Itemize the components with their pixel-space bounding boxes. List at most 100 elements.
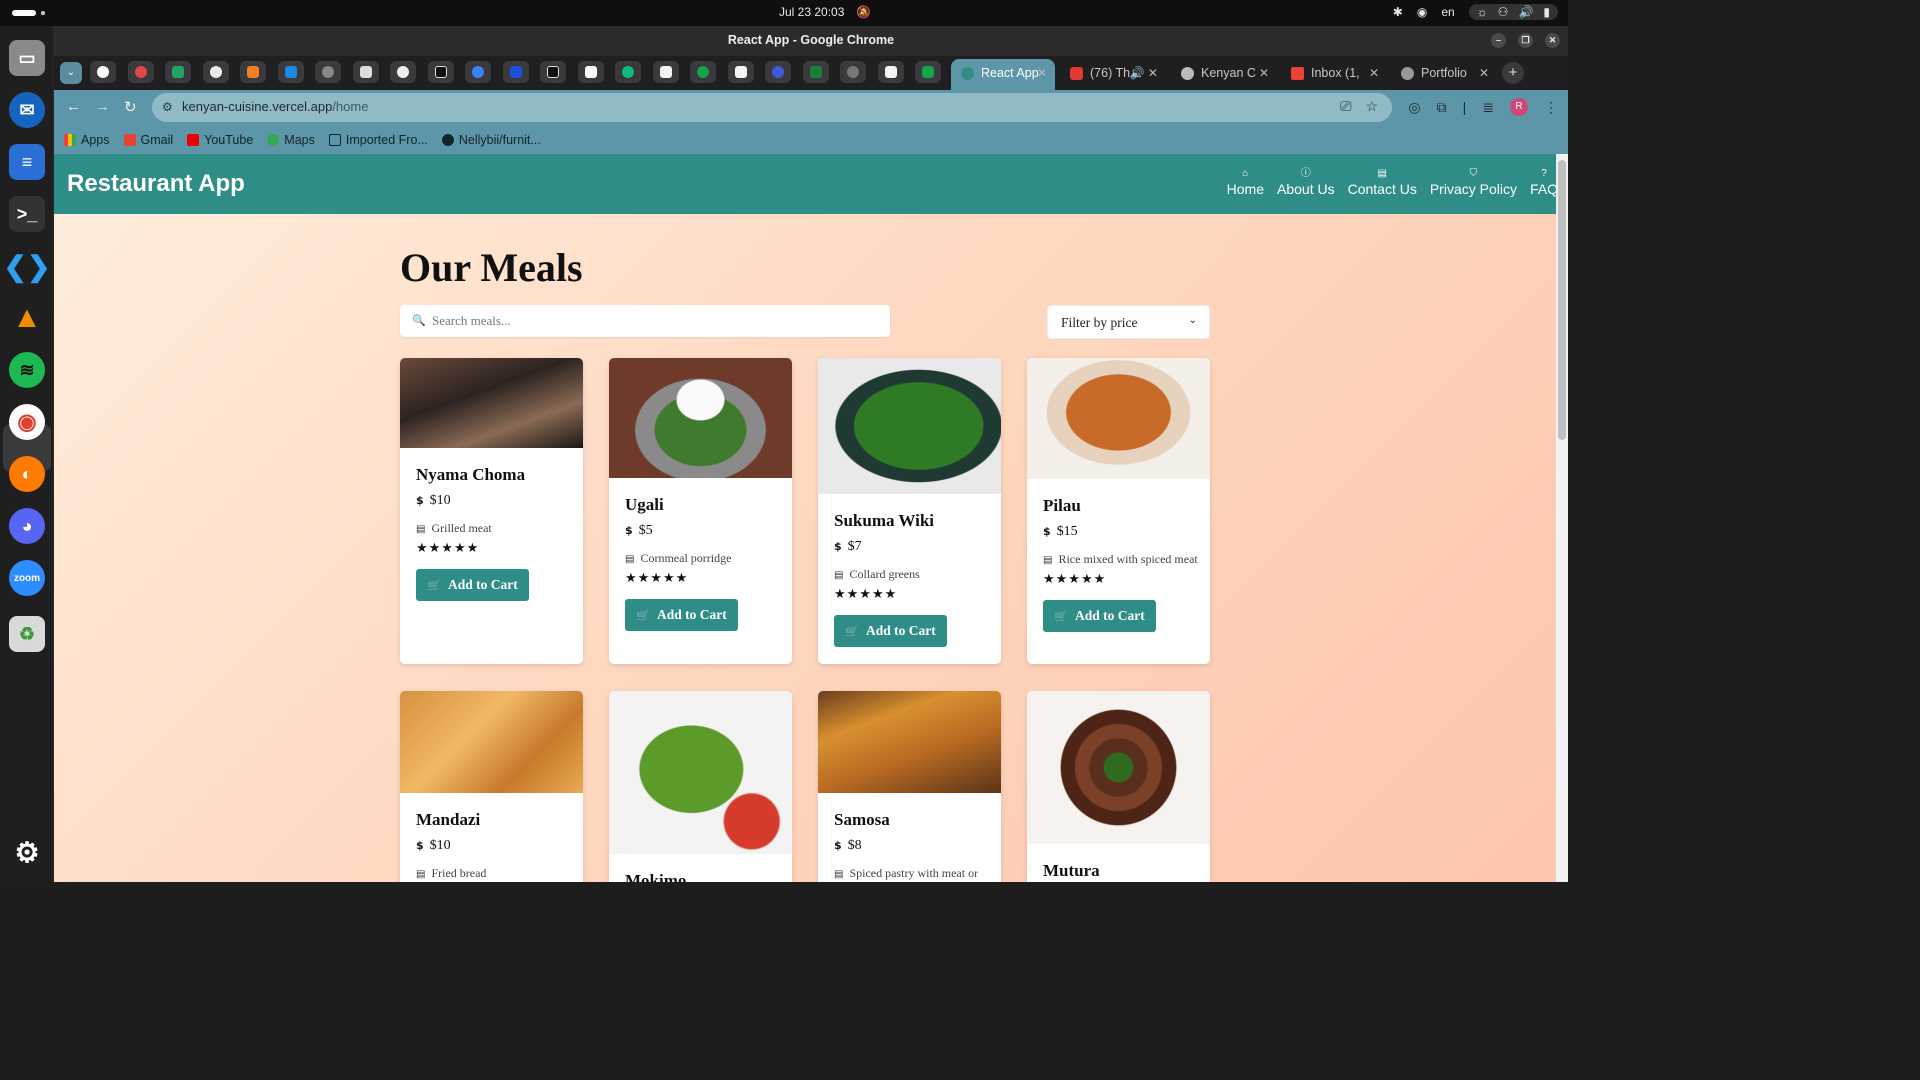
site-info-icon[interactable]: ⚙ [162, 100, 173, 114]
page-scrollbar[interactable] [1556, 154, 1568, 882]
pinned-tab[interactable] [915, 61, 941, 83]
profile-avatar[interactable]: R [1510, 98, 1528, 116]
tab-kenyan[interactable]: Kenyan C ✕ [1171, 59, 1277, 90]
spotify-icon[interactable]: ≋ [9, 352, 45, 388]
chrome-icon[interactable]: ◉ [9, 404, 45, 440]
pinned-tab[interactable] [840, 61, 866, 83]
close-window-icon[interactable]: ✕ [1545, 33, 1560, 48]
new-tab-button[interactable]: + [1502, 62, 1524, 84]
show-apps-icon[interactable]: ⚙ [9, 834, 45, 870]
reload-icon[interactable]: ↻ [124, 98, 137, 116]
pinned-tab[interactable] [203, 61, 229, 83]
pinned-tab[interactable] [653, 61, 679, 83]
tab-portfolio[interactable]: Portfolio ✕ [1391, 59, 1497, 90]
bookmark-star-icon[interactable]: ☆ [1365, 98, 1378, 115]
bookmark-github[interactable]: Nellybii/furnit... [441, 133, 541, 147]
close-tab-icon[interactable]: 🔊 ✕ [1130, 59, 1158, 87]
tab-label: Inbox (1, [1311, 66, 1360, 80]
bookmark-label: Imported Fro... [345, 133, 428, 147]
bookmark-maps[interactable]: Maps [267, 133, 315, 147]
price-filter-select[interactable]: Filter by price ⌄ [1047, 305, 1210, 339]
address-bar[interactable]: ⚙ kenyan-cuisine.vercel.app/home ⎚ ☆ [152, 93, 1392, 122]
add-to-cart-button[interactable]: 🛒 Add to Cart [1043, 600, 1156, 632]
menu-kebab-icon[interactable]: ⋮ [1544, 99, 1558, 116]
close-tab-icon[interactable]: ✕ [1259, 59, 1269, 87]
pinned-tab[interactable] [315, 61, 341, 83]
bookmark-apps[interactable]: Apps [64, 133, 110, 147]
pinned-tab[interactable] [465, 61, 491, 83]
maximize-icon[interactable]: ❐ [1518, 33, 1533, 48]
pinned-tab[interactable] [540, 61, 566, 83]
close-tab-icon[interactable]: ✕ [1037, 59, 1047, 87]
thunderbird-icon[interactable]: ✉ [9, 92, 45, 128]
extensions-icon[interactable]: ⧉ [1437, 99, 1447, 116]
forward-icon[interactable]: → [95, 98, 110, 115]
pinned-tab[interactable] [240, 61, 266, 83]
pinned-tab[interactable] [428, 61, 454, 83]
nav-home[interactable]: ⌂ Home [1227, 168, 1264, 197]
pinned-tab[interactable] [353, 61, 379, 83]
vscode-icon[interactable]: ❮❯ [4, 248, 51, 284]
tab-youtube[interactable]: (76) Th 🔊 ✕ [1060, 59, 1166, 90]
nav-label: About Us [1277, 181, 1335, 197]
files-icon[interactable]: ▭ [9, 40, 45, 76]
add-to-cart-button[interactable]: 🛒 Add to Cart [834, 615, 947, 647]
pinned-tab[interactable] [90, 61, 116, 83]
button-label: Add to Cart [1074, 608, 1145, 623]
minimize-icon[interactable]: – [1491, 33, 1506, 48]
pinned-tab[interactable] [728, 61, 754, 83]
search-input[interactable] [432, 311, 872, 331]
url-text[interactable]: kenyan-cuisine.vercel.app/home [182, 99, 368, 114]
tab-search-icon[interactable]: ⌄ [60, 62, 82, 84]
search-box[interactable]: 🔍 [400, 305, 890, 337]
pinned-tab[interactable] [390, 61, 416, 83]
tab-inbox[interactable]: Inbox (1, ✕ [1281, 59, 1387, 90]
bookmark-youtube[interactable]: YouTube [187, 133, 253, 147]
pinned-tab[interactable] [165, 61, 191, 83]
volume-icon: 🔊 [1518, 5, 1534, 19]
desc-text: Spiced pastry with meat or [849, 866, 979, 880]
quick-settings[interactable]: ☼ ⚇ 🔊 ▮ [1468, 4, 1558, 20]
pinned-tab[interactable] [578, 61, 604, 83]
back-icon[interactable]: ← [66, 98, 81, 115]
nav-privacy[interactable]: ⛉ Privacy Policy [1430, 168, 1517, 197]
add-to-cart-button[interactable]: 🛒 Add to Cart [625, 599, 738, 631]
nav-about[interactable]: ⓘ About Us [1277, 168, 1335, 197]
extension-owl-icon[interactable]: ◎ [1408, 99, 1420, 116]
activities-indicator[interactable] [12, 10, 36, 16]
pinned-tab[interactable] [278, 61, 304, 83]
apps-grid-icon [64, 134, 76, 146]
pinned-tab[interactable] [690, 61, 716, 83]
vlc-icon[interactable]: ▲ [9, 300, 45, 336]
chrome-tray-icon[interactable]: ◉ [1417, 5, 1427, 19]
language-indicator[interactable]: en [1441, 5, 1454, 19]
pinned-tab[interactable] [765, 61, 791, 83]
tab-react-app[interactable]: React App ✕ [951, 59, 1055, 90]
terminal-icon[interactable]: >_ [9, 196, 45, 232]
pinned-tab[interactable] [878, 61, 904, 83]
pinned-tab[interactable] [128, 61, 154, 83]
bookmark-gmail[interactable]: Gmail [123, 133, 173, 147]
firefox-icon[interactable]: ◐ [9, 456, 45, 492]
discord-icon[interactable]: ◕ [9, 508, 45, 544]
pinned-tab[interactable] [615, 61, 641, 83]
pinned-tab[interactable] [503, 61, 529, 83]
clock[interactable]: Jul 23 20:03 [779, 5, 844, 19]
install-app-icon[interactable]: ⎚ [1340, 98, 1351, 115]
nav-contact[interactable]: ▤ Contact Us [1348, 168, 1417, 197]
bluetooth-icon[interactable]: ✱ [1393, 5, 1403, 19]
app-brand[interactable]: Restaurant App [67, 170, 245, 198]
zoom-icon[interactable]: zoom [9, 560, 45, 596]
workspace-dot [41, 11, 45, 15]
reading-list-icon[interactable]: ≣ [1482, 99, 1494, 116]
nav-faq[interactable]: ? FAQ [1530, 168, 1558, 197]
writer-icon[interactable]: ≡ [9, 144, 45, 180]
pinned-tab[interactable] [803, 61, 829, 83]
scrollbar-thumb[interactable] [1558, 160, 1566, 440]
trash-icon[interactable]: ♻ [9, 616, 45, 652]
close-tab-icon[interactable]: ✕ [1479, 59, 1489, 87]
bookmark-imported[interactable]: Imported Fro... [328, 133, 428, 147]
close-tab-icon[interactable]: ✕ [1369, 59, 1379, 87]
meal-description: ▤ Fried bread [416, 866, 486, 881]
add-to-cart-button[interactable]: 🛒 Add to Cart [416, 569, 529, 601]
